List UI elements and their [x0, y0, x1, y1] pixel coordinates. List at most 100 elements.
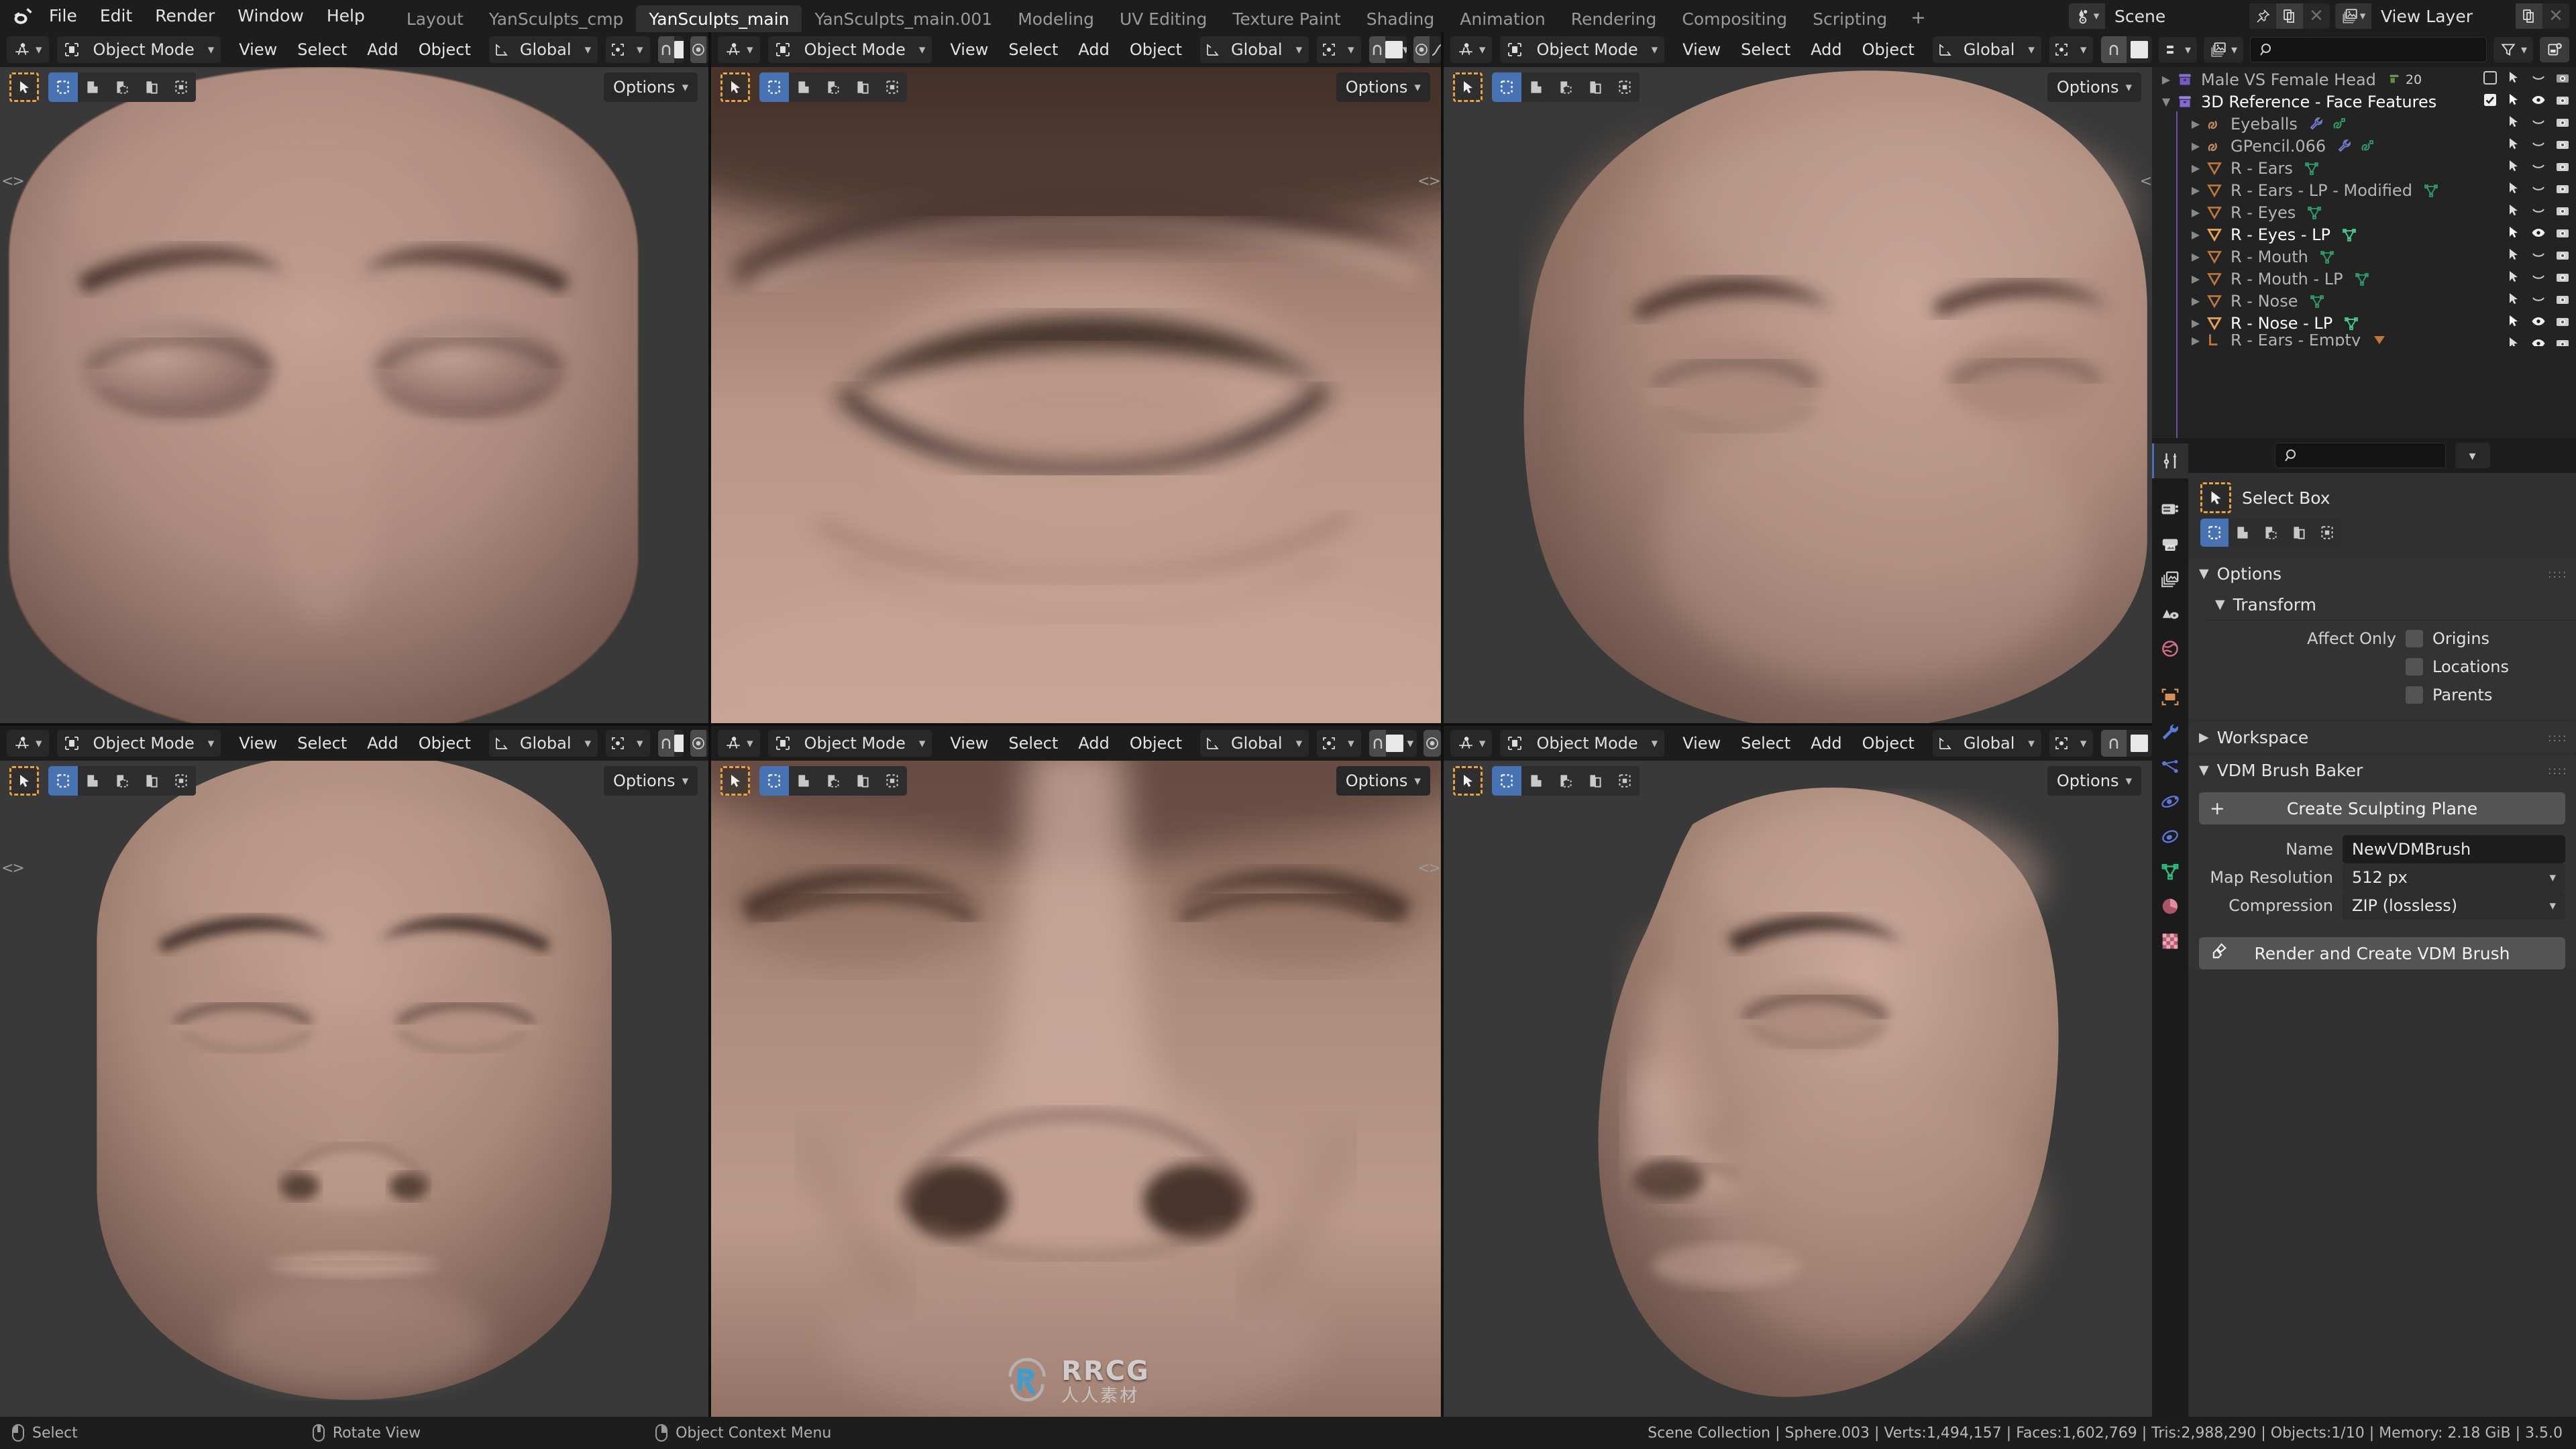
visible-eye-icon[interactable]	[2530, 92, 2546, 112]
hide-closed-eye-icon[interactable]	[2530, 158, 2546, 178]
properties-tab-output[interactable]	[2152, 527, 2188, 561]
mode-chevron-down-icon[interactable]: ▾	[201, 730, 221, 757]
snap-group[interactable]: ▾	[1369, 730, 1417, 757]
properties-tab-render[interactable]	[2152, 492, 2188, 527]
viewport-menu-add[interactable]: Add	[1801, 730, 1851, 757]
outliner-row-r-nose[interactable]: ▶ R - Nose	[2152, 290, 2576, 312]
select-extend-icon[interactable]	[78, 72, 107, 102]
camera-render-icon[interactable]	[2555, 335, 2571, 347]
snap-group[interactable]: ▾	[658, 36, 684, 63]
select-new-icon[interactable]	[759, 766, 789, 796]
add-workspace-button[interactable]: +	[1900, 5, 1937, 32]
select-new-icon[interactable]	[759, 72, 789, 102]
select-extend-icon[interactable]	[1521, 72, 1551, 102]
snap-target-dropdown[interactable]	[2127, 36, 2152, 63]
viewport-front-full-face-view[interactable]: ▾ Object Mode ▾ View Select	[0, 726, 708, 1417]
properties-tab-modifiers[interactable]	[2152, 714, 2188, 749]
viewport-canvas[interactable]	[0, 32, 708, 723]
pivot-point-dropdown[interactable]: ▾	[1317, 36, 1361, 63]
select-new-icon[interactable]	[48, 72, 78, 102]
expand-triangle-icon[interactable]: ▶	[2187, 272, 2204, 285]
select-box-tool-icon[interactable]	[720, 72, 750, 102]
hide-closed-eye-icon[interactable]	[2530, 247, 2546, 267]
properties-tab-world[interactable]	[2152, 631, 2188, 666]
interaction-mode-dropdown[interactable]: Object Mode ▾	[768, 36, 932, 63]
expand-triangle-icon[interactable]: ▶	[2187, 206, 2204, 219]
viewport-menu-view[interactable]: View	[229, 36, 287, 63]
proportional-edit-icon[interactable]	[1413, 36, 1430, 63]
proportional-edit-icon[interactable]	[1424, 730, 1441, 757]
snap-target-dropdown[interactable]	[674, 36, 684, 63]
select-extend-icon[interactable]	[789, 72, 818, 102]
expand-triangle-icon[interactable]: ▶	[2187, 250, 2204, 263]
cursor-select-icon[interactable]	[2506, 225, 2522, 245]
snap-group[interactable]	[2101, 730, 2152, 757]
expand-triangle-icon[interactable]: ▶	[2187, 184, 2204, 197]
viewport-options-popover[interactable]: Options ▾	[604, 766, 698, 796]
panel-drag-handle[interactable]: ::::	[2548, 571, 2565, 577]
area-resize-handle-left[interactable]: <>	[1, 860, 23, 877]
viewport-menu-object[interactable]: Object	[1120, 730, 1192, 757]
viewport-menu-view[interactable]: View	[1672, 730, 1731, 757]
cursor-select-icon[interactable]	[2506, 247, 2522, 267]
viewport-canvas[interactable]	[1444, 32, 2152, 723]
workspace-tab-yansculpts-main[interactable]: YanSculpts_main	[636, 5, 802, 32]
panel-options-header[interactable]: ▼ Options ::::	[2188, 558, 2576, 589]
snap-target-dropdown[interactable]	[1386, 730, 1403, 757]
viewport-options-popover[interactable]: Options ▾	[1336, 72, 1430, 102]
editor-type-3dview-icon[interactable]: ▾	[1450, 730, 1493, 757]
snap-magnet-icon[interactable]	[1369, 730, 1387, 757]
snap-group[interactable]: ▾	[658, 730, 684, 757]
select-box-tool-icon[interactable]	[9, 72, 39, 102]
proportional-edit-icon[interactable]	[690, 730, 706, 757]
select-new-icon[interactable]	[1492, 766, 1521, 796]
viewport-menu-select[interactable]: Select	[287, 730, 357, 757]
select-subtract-icon[interactable]	[1551, 72, 1580, 102]
select-intersect-icon[interactable]	[877, 766, 907, 796]
transform-orientation-label[interactable]: Global	[1224, 36, 1289, 63]
hide-closed-eye-icon[interactable]	[2530, 114, 2546, 134]
hide-closed-eye-icon[interactable]	[2530, 291, 2546, 311]
select-intersect-icon[interactable]	[877, 72, 907, 102]
camera-render-icon[interactable]	[2555, 269, 2571, 289]
viewport-menu-add[interactable]: Add	[357, 730, 408, 757]
select-intersect-icon[interactable]	[1610, 72, 1640, 102]
cursor-select-icon[interactable]	[2506, 313, 2522, 333]
viewport-canvas[interactable]	[711, 726, 1441, 1417]
select-intersect-icon[interactable]	[1610, 766, 1640, 796]
outliner-row-r-eyes-lp[interactable]: ▶ R - Eyes - LP	[2152, 223, 2576, 246]
select-subtract-icon[interactable]	[818, 766, 848, 796]
select-extend-icon[interactable]	[2229, 519, 2257, 547]
area-resize-handle-right[interactable]: <	[2140, 173, 2151, 190]
panel-drag-handle[interactable]: ::::	[2548, 767, 2565, 773]
pivot-point-dropdown[interactable]: ▾	[1317, 730, 1361, 757]
view-layer-selector[interactable]: ▾ View Layer ✕	[2335, 3, 2569, 29]
properties-tab-data[interactable]	[2152, 854, 2188, 889]
pivot-point-dropdown[interactable]: ▾	[606, 36, 650, 63]
outliner-tree[interactable]: ▶ Male VS Female Head 20	[2152, 67, 2576, 438]
viewport-options-popover[interactable]: Options ▾	[2047, 72, 2141, 102]
proportional-edit-group[interactable]	[1413, 36, 1441, 63]
camera-render-icon[interactable]	[2555, 136, 2571, 156]
select-set-icon[interactable]	[2200, 519, 2229, 547]
select-extend-icon[interactable]	[78, 766, 107, 796]
pivot-chevron-down-icon[interactable]: ▾	[630, 730, 650, 757]
snap-magnet-icon[interactable]	[658, 730, 674, 757]
select-box-tool-icon[interactable]	[720, 766, 750, 796]
viewport-menu-object[interactable]: Object	[409, 730, 481, 757]
workspace-tab-scripting[interactable]: Scripting	[1800, 5, 1900, 32]
select-mode-group[interactable]	[1492, 766, 1640, 796]
select-new-icon[interactable]	[1492, 72, 1521, 102]
menu-file[interactable]: File	[38, 3, 89, 30]
outliner-row-r-nose-lp[interactable]: ▶ R - Nose - LP	[2152, 312, 2576, 334]
outliner-row-r-mouth-lp[interactable]: ▶ R - Mouth - LP	[2152, 268, 2576, 290]
viewport-front-nose-closeup-view[interactable]: ▾ Object Mode ▾ View Select	[711, 726, 1441, 1417]
camera-render-icon[interactable]	[2555, 291, 2571, 311]
select-intersect-icon[interactable]	[166, 72, 196, 102]
select-mode-group[interactable]	[759, 72, 907, 102]
properties-tab-view-layer[interactable]	[2152, 561, 2188, 596]
select-mode-group[interactable]	[759, 766, 907, 796]
visible-eye-icon[interactable]	[2530, 225, 2546, 245]
select-intersect-icon[interactable]	[166, 766, 196, 796]
transform-orientation-dropdown[interactable]: Global ▾	[1200, 730, 1309, 757]
